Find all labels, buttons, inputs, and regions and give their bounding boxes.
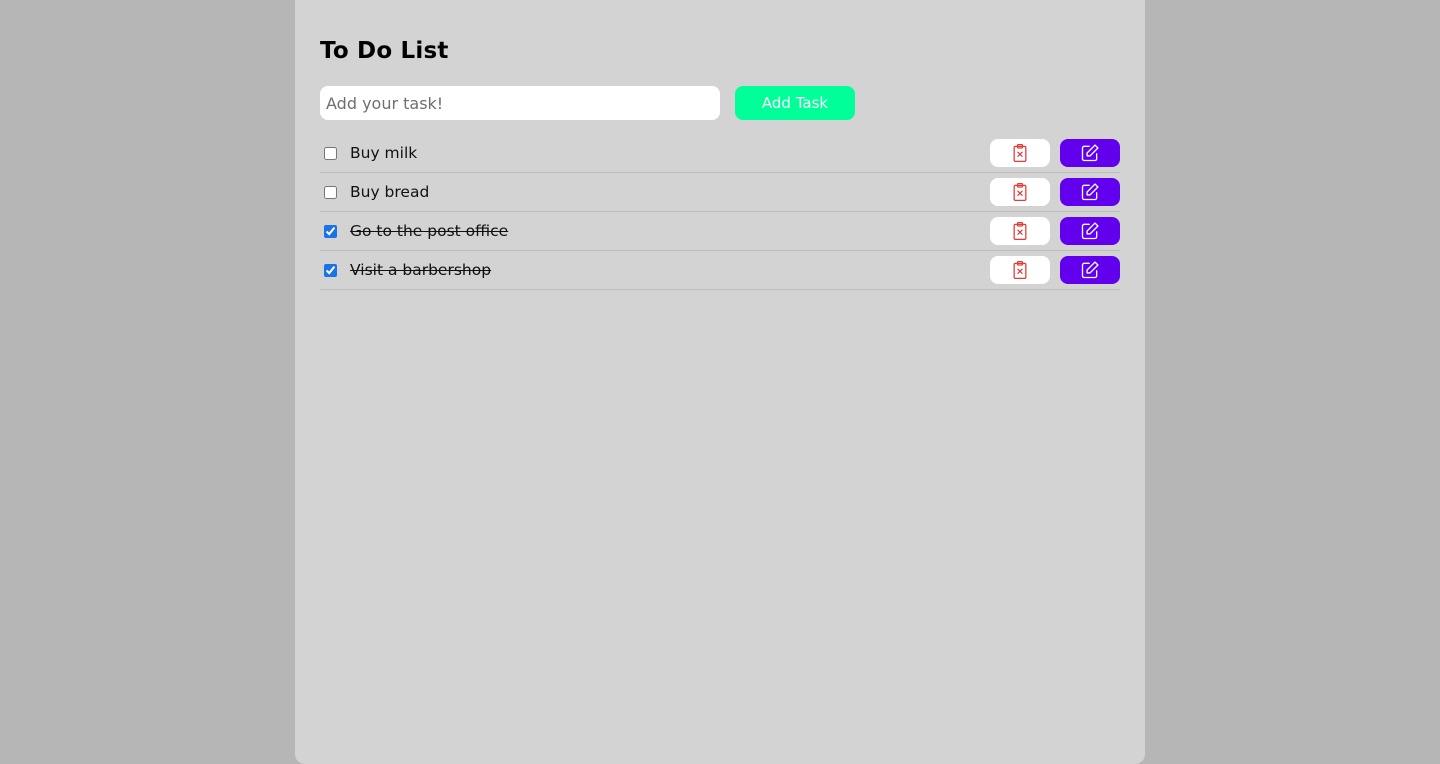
task-checkbox[interactable] [324, 224, 337, 238]
task-text: Buy milk [350, 144, 418, 162]
edit-task-button[interactable] [1060, 178, 1120, 206]
pencil-square-icon [1080, 221, 1100, 241]
pencil-square-icon [1080, 260, 1100, 280]
page-background: To Do List Add Task Buy milk [0, 0, 1440, 764]
clipboard-x-icon [1010, 260, 1030, 280]
clipboard-x-icon [1010, 182, 1030, 202]
pencil-square-icon [1080, 143, 1100, 163]
task-checkbox[interactable] [324, 146, 337, 160]
edit-task-button[interactable] [1060, 139, 1120, 167]
pencil-square-icon [1080, 182, 1100, 202]
edit-task-button[interactable] [1060, 217, 1120, 245]
delete-task-button[interactable] [990, 256, 1050, 284]
task-row: Buy bread [320, 173, 1120, 212]
delete-task-button[interactable] [990, 139, 1050, 167]
task-text: Go to the post office [350, 222, 509, 240]
delete-task-button[interactable] [990, 217, 1050, 245]
task-row: Go to the post office [320, 212, 1120, 251]
add-task-button[interactable]: Add Task [735, 86, 855, 120]
todo-panel: To Do List Add Task Buy milk [295, 0, 1145, 764]
delete-task-button[interactable] [990, 178, 1050, 206]
edit-task-button[interactable] [1060, 256, 1120, 284]
task-row: Buy milk [320, 134, 1120, 173]
task-input[interactable] [320, 86, 720, 120]
task-checkbox[interactable] [324, 263, 337, 277]
task-checkbox[interactable] [324, 185, 337, 199]
task-list: Buy milk Buy bread Go to the post office… [320, 134, 1120, 290]
task-text: Buy bread [350, 183, 430, 201]
clipboard-x-icon [1010, 143, 1030, 163]
page-title: To Do List [320, 38, 449, 64]
task-text: Visit a barbershop [350, 261, 492, 279]
task-row: Visit a barbershop [320, 251, 1120, 290]
clipboard-x-icon [1010, 221, 1030, 241]
